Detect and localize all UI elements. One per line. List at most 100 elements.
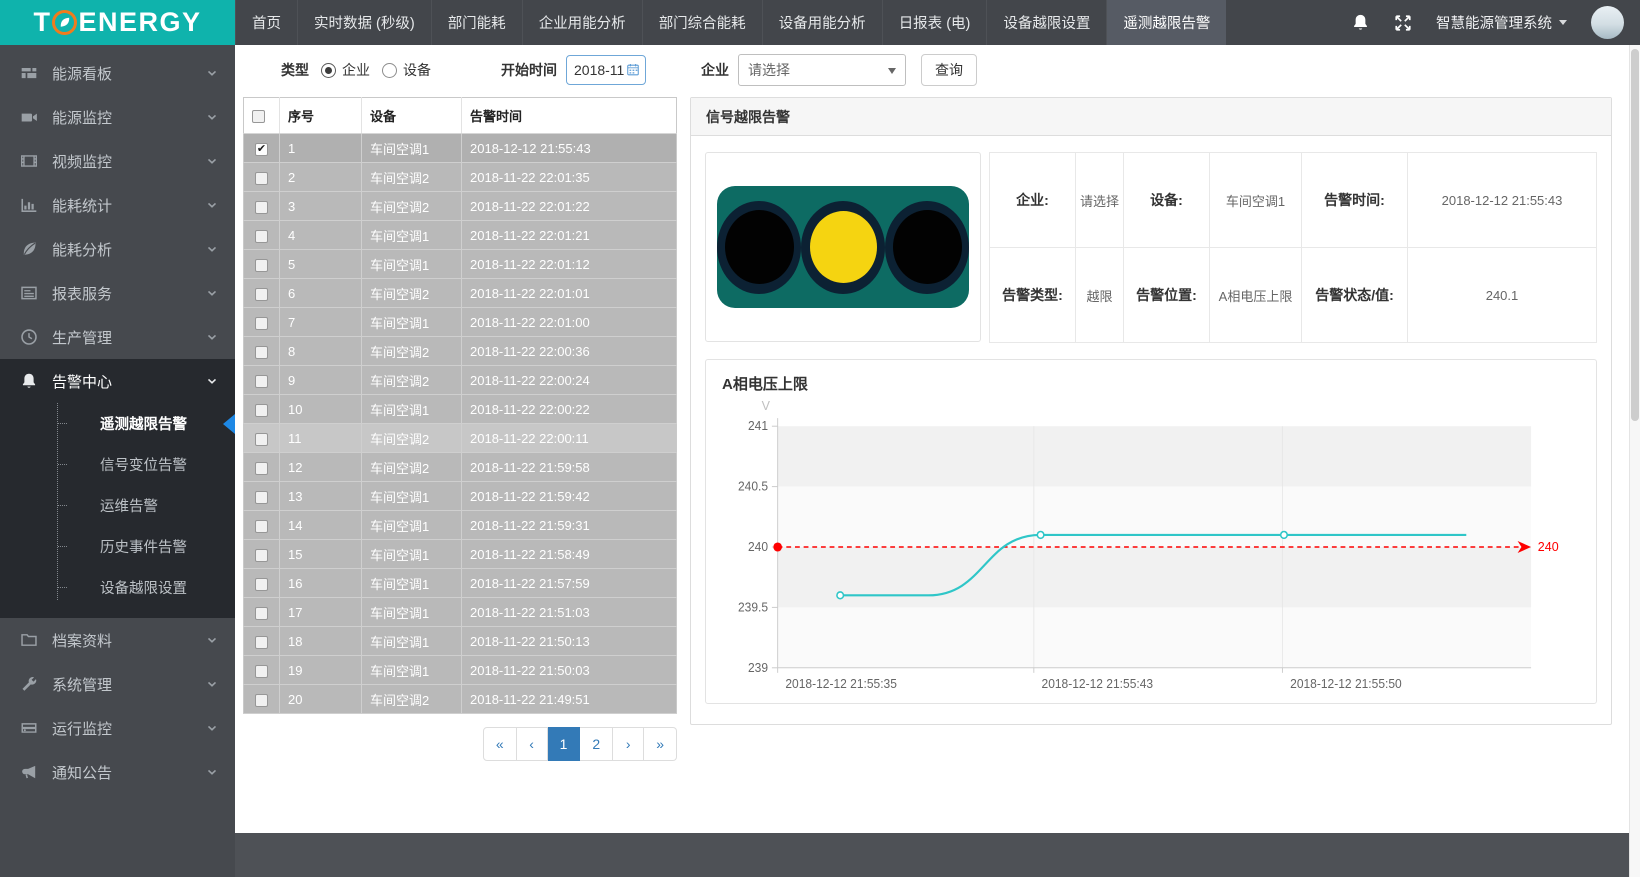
row-checkbox[interactable]: [255, 433, 268, 446]
sidebar-item[interactable]: 告警中心: [0, 359, 235, 403]
sidebar-item[interactable]: 能源看板: [0, 51, 235, 95]
sidebar-subitem[interactable]: 信号变位告警: [0, 444, 235, 485]
row-checkbox[interactable]: [255, 375, 268, 388]
sidebar-item[interactable]: 视频监控: [0, 139, 235, 183]
topnav-item[interactable]: 部门能耗: [431, 0, 522, 45]
topnav-item[interactable]: 日报表 (电): [882, 0, 987, 45]
table-row[interactable]: 5车间空调12018-11-22 22:01:12: [244, 250, 677, 279]
radio-company[interactable]: [321, 63, 336, 78]
select-all-checkbox[interactable]: [252, 110, 265, 123]
notifications-bell-icon[interactable]: [1351, 13, 1370, 32]
sidebar-item[interactable]: 报表服务: [0, 271, 235, 315]
table-row[interactable]: 3车间空调22018-11-22 22:01:22: [244, 192, 677, 221]
fullscreen-icon[interactable]: [1394, 14, 1412, 32]
sidebar-item[interactable]: 能源监控: [0, 95, 235, 139]
topnav-item[interactable]: 遥测越限告警: [1106, 0, 1226, 45]
page-next[interactable]: ›: [613, 727, 644, 761]
sidebar-item[interactable]: 通知公告: [0, 750, 235, 794]
row-checkbox[interactable]: [255, 288, 268, 301]
cell-no: 6: [280, 279, 362, 308]
table-row[interactable]: 18车间空调12018-11-22 21:50:13: [244, 627, 677, 656]
table-row[interactable]: 4车间空调12018-11-22 22:01:21: [244, 221, 677, 250]
radio-device[interactable]: [382, 63, 397, 78]
row-checkbox[interactable]: [255, 491, 268, 504]
row-checkbox[interactable]: [255, 578, 268, 591]
start-time-input[interactable]: 2018-11: [566, 55, 646, 85]
app-layout: 能源看板能源监控视频监控能耗统计能耗分析报表服务生产管理告警中心遥测越限告警信号…: [0, 45, 1640, 877]
topnav-item[interactable]: 设备越限设置: [986, 0, 1106, 45]
row-checkbox[interactable]: [255, 317, 268, 330]
table-row[interactable]: 20车间空调22018-11-22 21:49:51: [244, 685, 677, 714]
topnav-item[interactable]: 设备用能分析: [762, 0, 882, 45]
sidebar-subitem[interactable]: 历史事件告警: [0, 526, 235, 567]
table-row[interactable]: 2车间空调22018-11-22 22:01:35: [244, 163, 677, 192]
calendar-icon[interactable]: [626, 63, 640, 77]
table-row[interactable]: 16车间空调12018-11-22 21:57:59: [244, 569, 677, 598]
table-row[interactable]: 19车间空调12018-11-22 21:50:03: [244, 656, 677, 685]
sidebar-subitem[interactable]: 遥测越限告警: [0, 403, 235, 444]
radio-device-label[interactable]: 设备: [403, 60, 431, 80]
data-point-marker[interactable]: [1037, 531, 1044, 538]
row-checkbox-cell: [244, 395, 280, 424]
cell-no: 4: [280, 221, 362, 250]
type-filter-label: 类型: [281, 60, 309, 80]
table-row[interactable]: 12车间空调22018-11-22 21:59:58: [244, 453, 677, 482]
row-checkbox[interactable]: [255, 201, 268, 214]
topnav-item[interactable]: 首页: [235, 0, 297, 45]
sidebar-item[interactable]: 系统管理: [0, 662, 235, 706]
row-checkbox[interactable]: [255, 549, 268, 562]
row-checkbox[interactable]: [255, 230, 268, 243]
row-checkbox[interactable]: [255, 520, 268, 533]
sidebar-item[interactable]: 能耗统计: [0, 183, 235, 227]
row-checkbox[interactable]: [255, 694, 268, 707]
scrollbar-thumb[interactable]: [1631, 49, 1639, 421]
row-checkbox[interactable]: [255, 143, 268, 156]
system-title-dropdown[interactable]: 智慧能源管理系统: [1436, 12, 1567, 33]
row-checkbox[interactable]: [255, 665, 268, 678]
table-row[interactable]: 7车间空调12018-11-22 22:01:00: [244, 308, 677, 337]
topnav-item[interactable]: 企业用能分析: [522, 0, 642, 45]
radio-company-label[interactable]: 企业: [342, 60, 370, 80]
table-row[interactable]: 13车间空调12018-11-22 21:59:42: [244, 482, 677, 511]
company-select[interactable]: 请选择: [738, 54, 906, 86]
table-row[interactable]: 6车间空调22018-11-22 22:01:01: [244, 279, 677, 308]
row-checkbox[interactable]: [255, 607, 268, 620]
table-row[interactable]: 9车间空调22018-11-22 22:00:24: [244, 366, 677, 395]
row-checkbox[interactable]: [255, 404, 268, 417]
table-row[interactable]: 17车间空调12018-11-22 21:51:03: [244, 598, 677, 627]
row-checkbox[interactable]: [255, 259, 268, 272]
table-row[interactable]: 10车间空调12018-11-22 22:00:22: [244, 395, 677, 424]
row-checkbox[interactable]: [255, 462, 268, 475]
sidebar-subitem[interactable]: 运维告警: [0, 485, 235, 526]
page-number[interactable]: 1: [548, 727, 581, 761]
table-row[interactable]: 1车间空调12018-12-12 21:55:43: [244, 134, 677, 163]
page-scrollbar[interactable]: [1629, 45, 1640, 877]
page-number[interactable]: 2: [580, 727, 613, 761]
row-checkbox[interactable]: [255, 172, 268, 185]
page-last[interactable]: »: [644, 727, 677, 761]
sidebar-item[interactable]: 运行监控: [0, 706, 235, 750]
row-checkbox[interactable]: [255, 636, 268, 649]
chevron-down-icon: [205, 242, 219, 256]
query-button[interactable]: 查询: [921, 54, 977, 86]
page-prev[interactable]: ‹: [517, 727, 548, 761]
user-avatar[interactable]: [1591, 6, 1624, 39]
row-checkbox-cell: [244, 308, 280, 337]
topnav-item[interactable]: 部门综合能耗: [642, 0, 762, 45]
table-row[interactable]: 14车间空调12018-11-22 21:59:31: [244, 511, 677, 540]
cell-no: 18: [280, 627, 362, 656]
data-point-marker[interactable]: [1281, 531, 1288, 538]
table-row[interactable]: 11车间空调22018-11-22 22:00:11: [244, 424, 677, 453]
sidebar-subitem[interactable]: 设备越限设置: [0, 567, 235, 608]
sidebar-item[interactable]: 生产管理: [0, 315, 235, 359]
topnav-item[interactable]: 实时数据 (秒级): [297, 0, 431, 45]
sidebar-item[interactable]: 能耗分析: [0, 227, 235, 271]
cell-device: 车间空调1: [362, 134, 462, 163]
row-checkbox[interactable]: [255, 346, 268, 359]
row-checkbox-cell: [244, 453, 280, 482]
data-point-marker[interactable]: [837, 592, 844, 599]
table-row[interactable]: 15车间空调12018-11-22 21:58:49: [244, 540, 677, 569]
table-row[interactable]: 8车间空调22018-11-22 22:00:36: [244, 337, 677, 366]
page-first[interactable]: «: [483, 727, 517, 761]
sidebar-item[interactable]: 档案资料: [0, 618, 235, 662]
